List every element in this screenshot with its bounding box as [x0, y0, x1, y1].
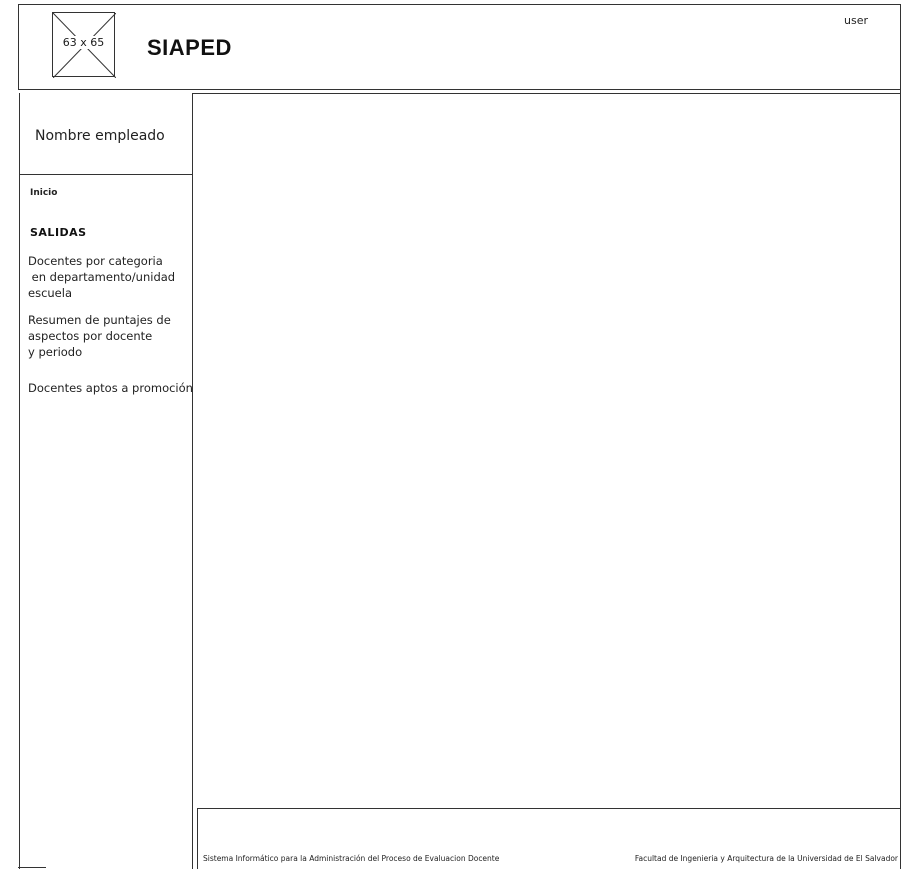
- footer-faculty-name: Facultad de Ingenieria y Arquitectura de…: [634, 854, 898, 863]
- footer-system-name: Sistema Informático para la Administraci…: [203, 854, 500, 863]
- footer: Sistema Informático para la Administraci…: [197, 808, 901, 869]
- logo-image-placeholder: 63 x 65: [52, 12, 116, 78]
- divider: [18, 867, 46, 868]
- employee-name: Nombre empleado: [35, 128, 165, 144]
- main-content-area: [194, 94, 900, 808]
- user-menu-link[interactable]: user: [844, 14, 868, 27]
- content-right-border: [900, 90, 901, 869]
- nav-link-docentes-por-categoria[interactable]: Docentes por categoria en departamento/u…: [28, 253, 175, 301]
- nav-link-inicio[interactable]: Inicio: [30, 188, 57, 198]
- nav-section-salidas: SALIDAS: [30, 226, 87, 239]
- logo-dimensions-label: 63 x 65: [61, 36, 106, 49]
- sidebar: Nombre empleado Inicio SALIDAS Docentes …: [19, 93, 193, 869]
- app-title: SIAPED: [147, 35, 232, 60]
- profile-box: Nombre empleado: [20, 93, 192, 175]
- header: 63 x 65 SIAPED user: [18, 4, 901, 90]
- nav-link-resumen-puntajes[interactable]: Resumen de puntajes de aspectos por doce…: [28, 312, 171, 360]
- nav-link-docentes-aptos[interactable]: Docentes aptos a promoción: [28, 380, 193, 396]
